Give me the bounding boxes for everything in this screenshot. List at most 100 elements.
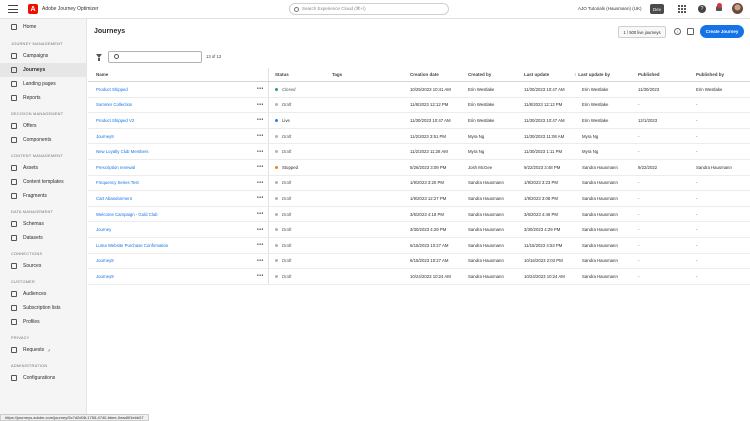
more-actions-button[interactable]: ••• xyxy=(257,86,264,92)
menu-icon[interactable] xyxy=(8,5,18,13)
status-badge: Draft xyxy=(275,258,291,263)
global-search-input[interactable]: Search Experience Cloud (⌘+/) xyxy=(289,3,449,15)
sidebar-item-label: Components xyxy=(23,137,52,143)
table-row[interactable]: Journey9 ••• Draft 10/24/2023 10:24 AM Sandr… xyxy=(88,269,750,285)
table-row[interactable]: Product Shipped ••• Closed 10/25/2023 10:41… xyxy=(88,82,750,98)
table-row[interactable]: Luma Website Purchase Confirmation ••• Dra… xyxy=(88,237,750,254)
filter-icon[interactable] xyxy=(96,54,102,61)
status-dot-icon xyxy=(275,118,278,122)
more-actions-button[interactable]: ••• xyxy=(257,258,264,264)
app-name[interactable]: Adobe Journey Optimizer xyxy=(42,6,98,12)
more-actions-button[interactable]: ••• xyxy=(257,133,264,139)
more-actions-button[interactable]: ••• xyxy=(257,180,264,186)
more-actions-button[interactable]: ••• xyxy=(257,195,264,201)
journey-name-link[interactable]: Prescription renewal xyxy=(96,165,135,170)
sidebar-item-offers[interactable]: Offers xyxy=(0,119,86,133)
sidebar-item-requests[interactable]: Requests ↗ xyxy=(0,343,86,357)
sidebar-item-audiences[interactable]: Audiences xyxy=(0,287,86,301)
journey-name-link[interactable]: Product Shipped V2 xyxy=(96,118,134,123)
sidebar-item-components[interactable]: Components xyxy=(0,133,86,147)
more-actions-button[interactable]: ••• xyxy=(257,117,264,123)
table-row[interactable]: New Loyalty Club Members ••• Draft 11/2/202… xyxy=(88,144,750,160)
journeys-table: Name Status Tags Creation date Created b… xyxy=(88,68,750,285)
create-journey-button[interactable]: Create Journey xyxy=(700,25,744,38)
table-row[interactable]: Summer Collection ••• Draft 11/8/2023 12:12… xyxy=(88,97,750,114)
info-icon[interactable]: i xyxy=(674,28,681,35)
sidebar-item-configurations[interactable]: Configurations xyxy=(0,371,86,385)
journey-name-link[interactable]: Summer Collection xyxy=(96,102,132,107)
more-actions-button[interactable]: ••• xyxy=(257,227,264,233)
more-actions-button[interactable]: ••• xyxy=(257,102,264,108)
table-row[interactable]: Product Shipped V2 ••• Live 11/30/2023 10:4… xyxy=(88,113,750,129)
last-update-by: Myra Ng xyxy=(582,133,599,139)
creation-date: 1/9/2023 12:27 PM xyxy=(410,195,447,201)
journey-name-link[interactable]: Journey9 xyxy=(96,134,114,139)
journey-name-link[interactable]: Journey xyxy=(96,227,111,232)
sidebar-item-content-templates[interactable]: Content templates xyxy=(0,175,86,189)
col-tags[interactable]: Tags xyxy=(332,72,342,77)
column-divider xyxy=(268,159,269,175)
journey-name-link[interactable]: New Loyalty Club Members xyxy=(96,149,149,154)
last-update-by: Sandra Hausmann xyxy=(582,195,618,201)
more-actions-button[interactable]: ••• xyxy=(257,211,264,217)
journey-name-link[interactable]: Cart Abandonment xyxy=(96,196,132,201)
journey-name-link[interactable]: Journey8 xyxy=(96,258,114,263)
sidebar-item-assets[interactable]: Assets xyxy=(0,161,86,175)
help-icon[interactable]: ? xyxy=(698,5,706,13)
creation-date: 5/26/2023 3:09 PM xyxy=(410,164,447,170)
more-actions-button[interactable]: ••• xyxy=(257,164,264,170)
col-creation-date[interactable]: Creation date xyxy=(410,72,439,77)
app-switcher-icon[interactable] xyxy=(678,5,686,13)
column-settings-icon[interactable] xyxy=(687,28,694,35)
sidebar-item-landing-pages[interactable]: Landing pages xyxy=(0,77,86,91)
adobe-logo[interactable]: A xyxy=(28,4,38,14)
org-switcher[interactable]: AJO Tutorials (Hausmann) (UK) xyxy=(578,6,642,11)
journey-name-link[interactable]: Product Shipped xyxy=(96,87,128,92)
table-row[interactable]: Journey9 ••• Draft 11/2/2023 3:51 PM Myra Ng… xyxy=(88,128,750,145)
sidebar-item-home[interactable]: Home xyxy=(0,19,86,35)
sidebar-item-campaigns[interactable]: Campaigns xyxy=(0,49,86,63)
journey-name-link[interactable]: Welcome Campaign - Gold Club xyxy=(96,212,158,217)
journey-name-link[interactable]: Luma Website Purchase Confirmation xyxy=(96,243,168,248)
col-published[interactable]: Published xyxy=(638,72,660,77)
col-name[interactable]: Name xyxy=(96,72,108,77)
last-update: 10/16/2023 2:03 PM xyxy=(524,258,563,264)
sidebar-item-fragments[interactable]: Fragments xyxy=(0,189,86,203)
table-row[interactable]: Prescription renewal ••• Stopped 5/26/2023 … xyxy=(88,159,750,176)
column-divider xyxy=(268,82,269,97)
sidebar-item-reports[interactable]: Reports xyxy=(0,91,86,105)
more-actions-button[interactable]: ••• xyxy=(257,149,264,155)
published-by: - xyxy=(696,117,698,123)
col-created-by[interactable]: Created by xyxy=(468,72,491,77)
assets-icon xyxy=(11,165,17,171)
sidebar-item-schemas[interactable]: Schemas xyxy=(0,217,86,231)
table-row[interactable]: Journey ••• Draft 3/30/2023 4:29 PM Sandra H… xyxy=(88,222,750,238)
sidebar-item-profiles[interactable]: Profiles xyxy=(0,315,86,329)
journey-name-link[interactable]: Frequency Series Test xyxy=(96,180,139,185)
avatar[interactable] xyxy=(732,3,743,14)
table-row[interactable]: Journey8 ••• Draft 6/15/2023 10:27 AM Sandra… xyxy=(88,253,750,270)
col-last-update[interactable]: Last update xyxy=(524,72,549,77)
col-status[interactable]: Status xyxy=(275,72,289,77)
col-published-by[interactable]: Published by xyxy=(696,72,724,77)
link-preview-statusbar: https://journeys.adobe.com/journey/5c7d2… xyxy=(0,414,149,421)
status-badge: Draft xyxy=(275,134,291,139)
more-actions-button[interactable]: ••• xyxy=(257,242,264,248)
sidebar-item-subscription-lists[interactable]: Subscription lists xyxy=(0,301,86,315)
status-label: Draft xyxy=(282,180,292,186)
reports-icon xyxy=(11,95,17,101)
sidebar-item-sources[interactable]: Sources xyxy=(0,259,86,273)
table-row[interactable]: Cart Abandonment ••• Draft 1/9/2023 12:27 P… xyxy=(88,191,750,207)
published-date: 11/30/2023 xyxy=(638,86,660,92)
sidebar-item-journeys[interactable]: Journeys xyxy=(0,63,86,77)
search-input[interactable] xyxy=(108,51,202,63)
table-row[interactable]: Frequency Series Test ••• Draft 1/9/2023 3:… xyxy=(88,175,750,192)
env-badge[interactable]: Dev xyxy=(650,4,664,14)
published-date: - xyxy=(638,149,640,155)
sidebar-item-datasets[interactable]: Datasets xyxy=(0,231,86,245)
col-last-update-by[interactable]: ↑ Last update by xyxy=(574,72,610,77)
more-actions-button[interactable]: ••• xyxy=(257,273,264,279)
table-row[interactable]: Welcome Campaign - Gold Club ••• Draft 3/6/… xyxy=(88,206,750,223)
journey-name-link[interactable]: Journey9 xyxy=(96,274,114,279)
notifications-icon[interactable] xyxy=(716,3,724,13)
